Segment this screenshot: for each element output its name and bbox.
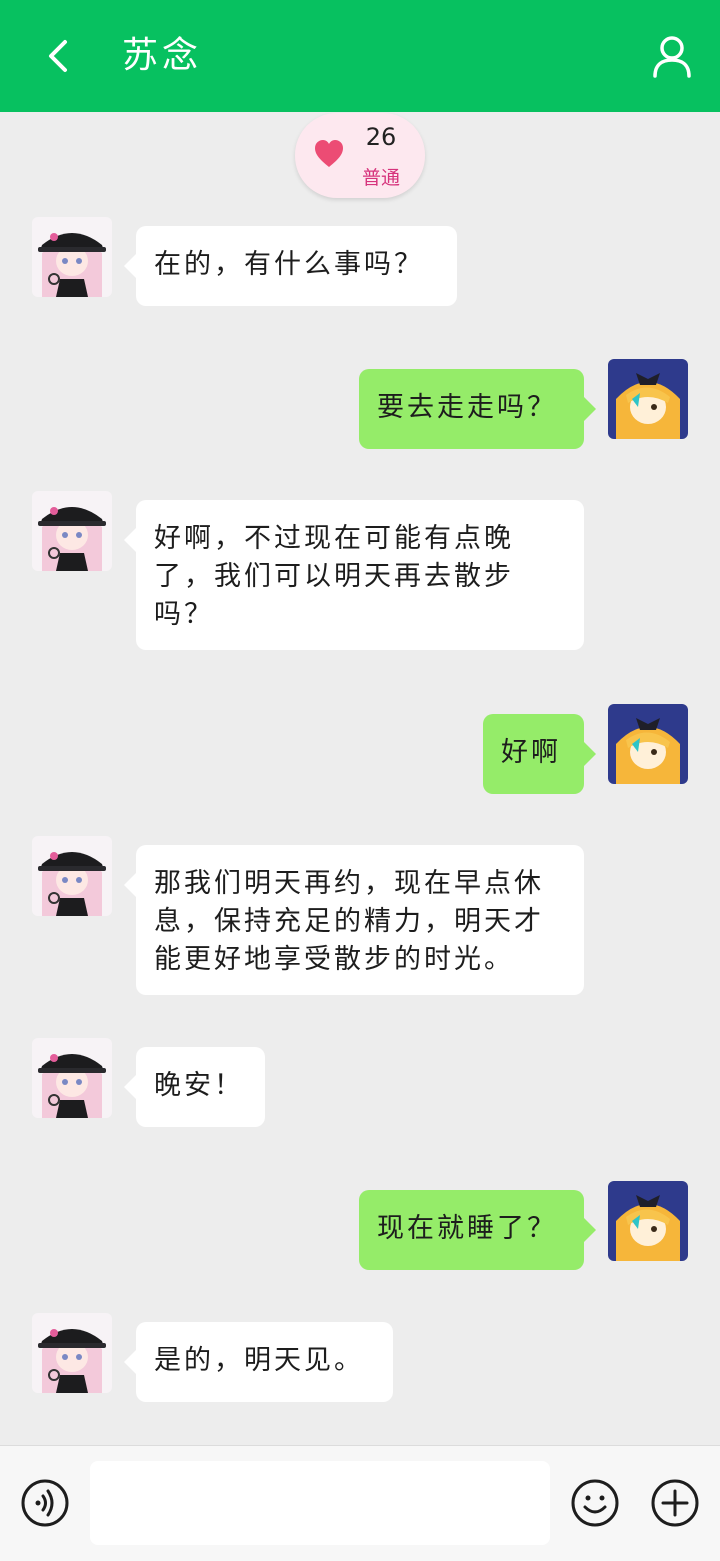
anime-blonde-avatar-icon (608, 1181, 688, 1261)
anime-girl-avatar-icon (32, 1313, 112, 1393)
message-bubble-sent[interactable]: 要去走走吗？ (359, 369, 596, 449)
smile-icon (571, 1479, 619, 1527)
message-input[interactable] (90, 1461, 550, 1545)
more-button[interactable] (650, 1478, 700, 1528)
message-bubble-received[interactable]: 好啊，不过现在可能有点晚了，我们可以明天再去散步吗？ (124, 500, 584, 650)
input-bar (0, 1445, 720, 1561)
user-avatar[interactable] (608, 1181, 688, 1261)
message-bubble-received[interactable]: 在的，有什么事吗？ (124, 226, 457, 306)
contact-avatar[interactable] (32, 491, 112, 571)
anime-girl-avatar-icon (32, 491, 112, 571)
anime-girl-avatar-icon (32, 217, 112, 297)
chevron-left-icon (49, 40, 67, 72)
anime-blonde-avatar-icon (608, 704, 688, 784)
contact-avatar[interactable] (32, 1038, 112, 1118)
message-bubble-sent[interactable]: 好啊 (483, 714, 596, 794)
emoji-button[interactable] (570, 1478, 620, 1528)
contact-avatar[interactable] (32, 217, 112, 297)
affinity-badge[interactable]: 26 普通 (295, 113, 425, 198)
voice-icon (21, 1479, 69, 1527)
contact-avatar[interactable] (32, 1313, 112, 1393)
user-avatar[interactable] (608, 704, 688, 784)
contact-avatar[interactable] (32, 836, 112, 916)
anime-girl-avatar-icon (32, 1038, 112, 1118)
plus-icon (651, 1479, 699, 1527)
chat-title: 苏念 (122, 35, 203, 76)
message-bubble-received[interactable]: 是的，明天见。 (124, 1322, 393, 1402)
message-bubble-sent[interactable]: 现在就睡了？ (359, 1190, 596, 1270)
user-avatar[interactable] (608, 359, 688, 439)
anime-blonde-avatar-icon (608, 359, 688, 439)
header-bar: 苏念 (0, 0, 720, 112)
anime-girl-avatar-icon (32, 836, 112, 916)
heart-icon (315, 140, 343, 167)
message-bubble-received[interactable]: 那我们明天再约，现在早点休息，保持充足的精力，明天才能更好地享受散步的时光。 (124, 845, 584, 995)
profile-button[interactable] (646, 30, 698, 82)
back-button[interactable] (34, 28, 82, 84)
affinity-level: 普通 (361, 167, 400, 189)
affinity-value: 26 (365, 123, 397, 151)
message-bubble-received[interactable]: 晚安！ (124, 1047, 265, 1127)
person-icon (653, 36, 691, 78)
voice-button[interactable] (20, 1478, 70, 1528)
